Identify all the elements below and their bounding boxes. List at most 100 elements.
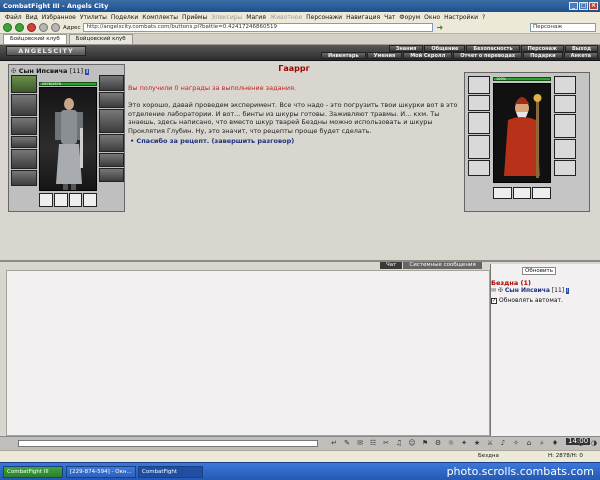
slot-potion-1[interactable] <box>39 193 53 207</box>
npc-right-slots <box>554 76 576 176</box>
menu-item-6[interactable]: Приёмы <box>182 14 207 21</box>
slot-boots[interactable] <box>99 134 124 152</box>
chat-tool-11-icon[interactable]: ★ <box>473 439 481 447</box>
close-button[interactable]: × <box>589 2 598 10</box>
slot-pants[interactable] <box>11 170 37 186</box>
npc-hp-bar: 100% <box>493 77 551 81</box>
nav-bottom-1[interactable]: Умения <box>366 52 403 59</box>
slot-potion-3[interactable] <box>68 193 83 207</box>
nav-top-2[interactable]: Безопасность <box>466 45 520 52</box>
slot-armor[interactable] <box>11 117 37 135</box>
slot-potion-4[interactable] <box>83 193 97 207</box>
user-row: ✉ ✠ Сын Ипсвича [11] i <box>491 287 570 294</box>
tab-chat[interactable]: Чат <box>380 262 403 269</box>
chat-tool-5-icon[interactable]: ♫ <box>395 439 403 447</box>
task-combatfight[interactable]: CombatFight <box>138 466 203 478</box>
address-field[interactable]: http://angelscity.combats.com/buttons.pl… <box>83 23 434 32</box>
menu-item-12[interactable]: Чат <box>384 14 395 21</box>
slot-potion-2[interactable] <box>53 193 68 207</box>
chat-tool-0-icon[interactable]: ↵ <box>330 439 338 447</box>
slot-weapon[interactable] <box>11 94 37 116</box>
nav-bottom-3[interactable]: Отчет о переводах <box>453 52 523 59</box>
menu-item-13[interactable]: Форум <box>399 14 420 21</box>
tab-fight-club-1[interactable]: Бойцовский клуб <box>3 34 67 44</box>
menu-item-10[interactable]: Персонажи <box>306 14 342 21</box>
slot-ring[interactable] <box>99 168 124 182</box>
nav-bottom-5[interactable]: Анкета <box>563 52 598 59</box>
nav-bottom-4[interactable]: Подарки <box>523 52 563 59</box>
forward-icon[interactable] <box>15 23 24 32</box>
chat-input[interactable] <box>18 440 318 447</box>
slot-helmet[interactable] <box>99 75 124 91</box>
nav-top-0[interactable]: Знания <box>388 45 424 52</box>
stop-icon[interactable] <box>27 23 36 32</box>
refresh-icon[interactable] <box>39 23 48 32</box>
task-icq[interactable]: [229-874-594] - Окн... <box>66 466 136 478</box>
refresh-users-button[interactable]: Обновить <box>522 267 556 275</box>
chat-tool-17-icon[interactable]: ♦ <box>551 439 559 447</box>
menu-item-8[interactable]: Магия <box>246 14 266 21</box>
tab-fight-club-2[interactable]: Бойцовский клуб <box>68 34 133 44</box>
menu-item-3[interactable]: Утилиты <box>80 14 107 21</box>
character-hp-bar: 2878/2878 <box>39 82 97 86</box>
menu-item-2[interactable]: Избранное <box>42 14 76 21</box>
nav-top-1[interactable]: Общение <box>424 45 466 52</box>
character-search-field[interactable]: Персонаж <box>530 23 596 32</box>
slot-belt[interactable] <box>11 136 37 148</box>
menu-item-9[interactable]: Животное <box>270 14 302 21</box>
user-name[interactable]: Сын Ипсвича <box>505 287 550 294</box>
info-icon[interactable]: i <box>566 288 570 294</box>
minimize-button[interactable]: _ <box>569 2 578 10</box>
chat-tool-4-icon[interactable]: ✂ <box>382 439 390 447</box>
menu-item-0[interactable]: Файл <box>5 14 22 21</box>
home-icon[interactable] <box>51 23 60 32</box>
chat-tool-1-icon[interactable]: ✎ <box>343 439 351 447</box>
slot-amulet[interactable] <box>11 75 37 93</box>
slot-gloves[interactable] <box>99 92 124 108</box>
slot-bracers[interactable] <box>11 149 37 169</box>
menu-item-1[interactable]: Вид <box>26 14 38 21</box>
frame-divider[interactable] <box>0 260 600 262</box>
chat-tool-20-icon[interactable]: ◑ <box>590 439 598 447</box>
chat-tool-16-icon[interactable]: ⌕ <box>538 439 546 447</box>
slot-shield[interactable] <box>99 109 124 133</box>
menu-item-16[interactable]: ? <box>482 14 485 21</box>
nav-bottom-0[interactable]: Инвентарь <box>321 52 366 59</box>
private-message-icon[interactable]: ✉ <box>491 287 496 294</box>
nav-top-3[interactable]: Персонаж <box>520 45 564 52</box>
chat-tool-3-icon[interactable]: ☷ <box>369 439 377 447</box>
chat-tool-7-icon[interactable]: ⚑ <box>421 439 429 447</box>
menu-item-4[interactable]: Поделки <box>111 14 138 21</box>
menu-item-5[interactable]: Комплекты <box>142 14 178 21</box>
slot-earrings[interactable] <box>99 153 124 167</box>
auto-refresh-checkbox[interactable]: ✓ <box>491 297 497 304</box>
character-name[interactable]: Сын Ипсвича <box>19 67 68 75</box>
npc-panel: 100% <box>464 72 590 212</box>
chat-tool-13-icon[interactable]: ♪ <box>499 439 507 447</box>
chat-tool-12-icon[interactable]: ⚔ <box>486 439 494 447</box>
back-icon[interactable] <box>3 23 12 32</box>
chat-tool-14-icon[interactable]: ✧ <box>512 439 520 447</box>
nav-bottom-2[interactable]: Мой Скролл <box>403 52 453 59</box>
chat-tool-6-icon[interactable]: ☺ <box>408 439 416 447</box>
start-button[interactable]: CombatFight III <box>3 466 63 478</box>
knight-figure <box>55 98 83 190</box>
menu-item-11[interactable]: Навигация <box>346 14 380 21</box>
menu-item-7[interactable]: Элексиры <box>211 14 242 21</box>
chat-tool-9-icon[interactable]: ☼ <box>447 439 455 447</box>
info-icon[interactable]: i <box>85 69 90 75</box>
tab-system-messages[interactable]: Системные сообщения <box>403 262 482 269</box>
chat-tool-2-icon[interactable]: ✉ <box>356 439 364 447</box>
finish-conversation-link[interactable]: • Спасибо за рецепт. (завершить разговор… <box>130 137 294 145</box>
chat-tool-15-icon[interactable]: ⌂ <box>525 439 533 447</box>
npc-slot-shield <box>554 114 576 138</box>
menu-item-15[interactable]: Настройки <box>444 14 478 21</box>
chat-tool-10-icon[interactable]: ✦ <box>460 439 468 447</box>
nav-top-4[interactable]: Выход <box>564 45 598 52</box>
chat-tool-8-icon[interactable]: ⚙ <box>434 439 442 447</box>
npc-speech: Это хорошо, давай проведем эксперимент. … <box>128 101 458 135</box>
character-portrait[interactable] <box>39 87 97 191</box>
go-icon[interactable]: ➜ <box>436 23 443 32</box>
maximize-button[interactable]: □ <box>579 2 588 10</box>
menu-item-14[interactable]: Окно <box>424 14 440 21</box>
